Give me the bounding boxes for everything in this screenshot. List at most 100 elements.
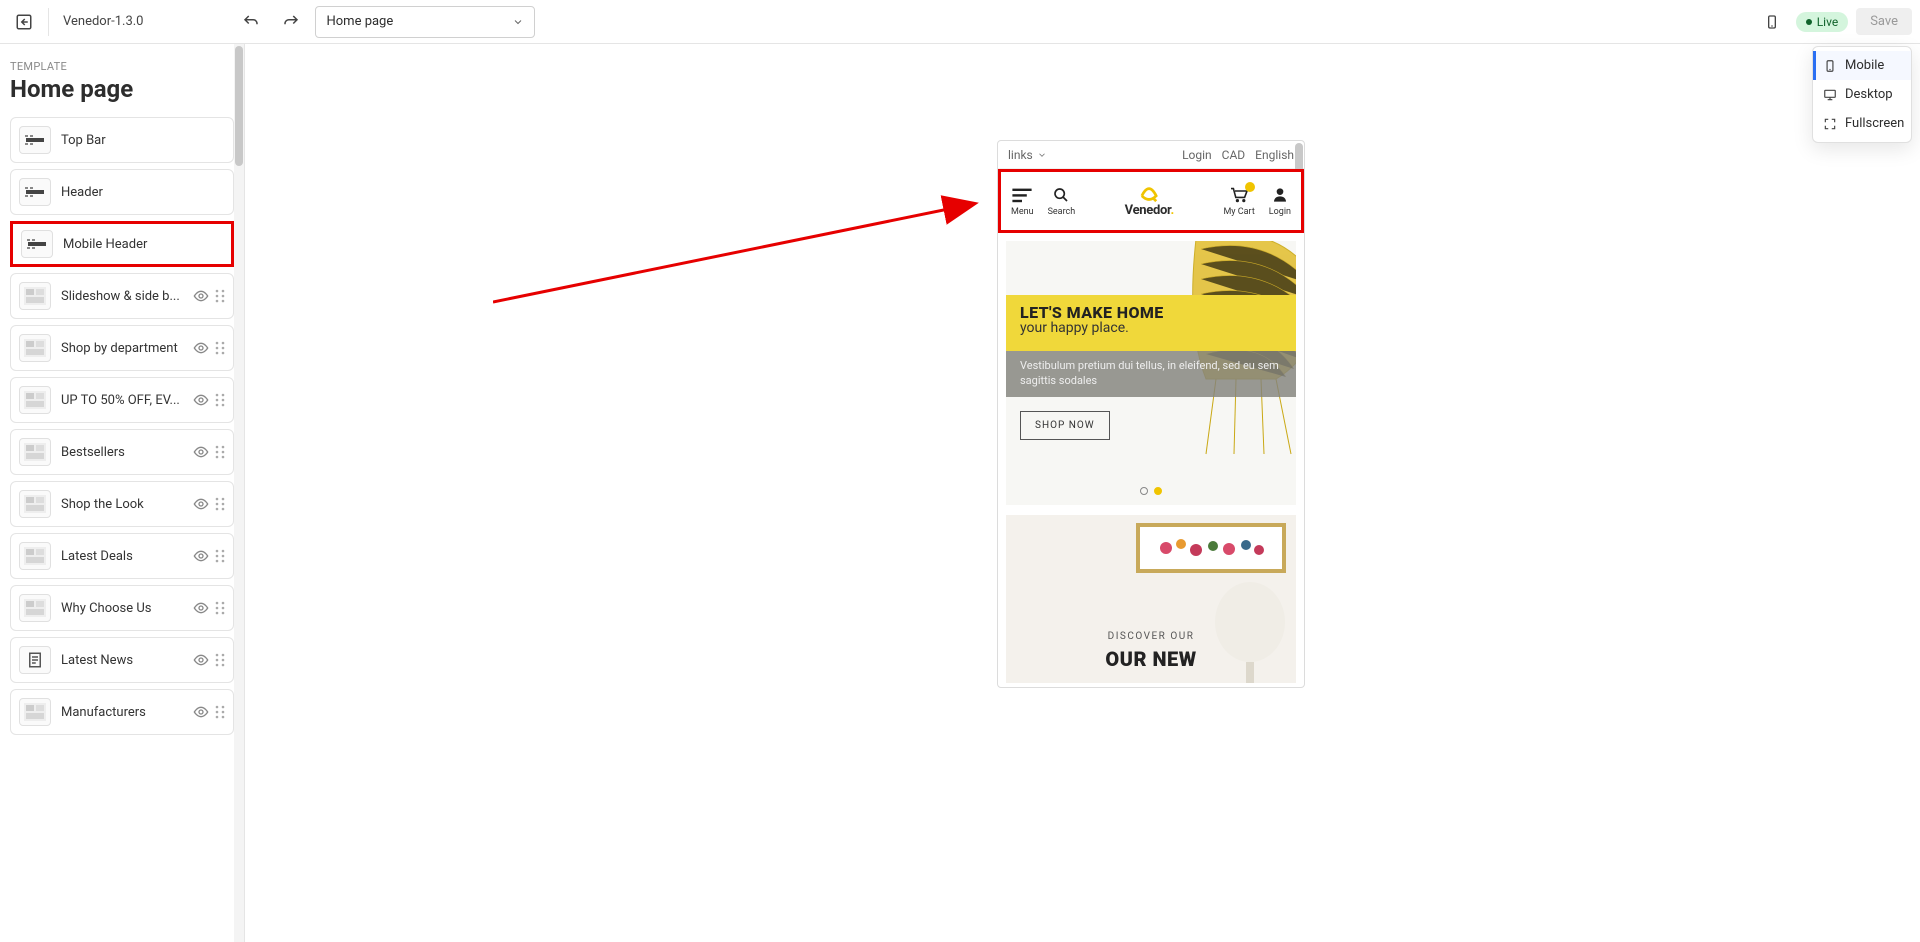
save-button[interactable]: Save [1856, 8, 1912, 35]
drag-handle[interactable] [215, 445, 225, 459]
visibility-toggle[interactable] [193, 704, 209, 720]
login-button[interactable]: Login [1269, 185, 1291, 217]
section-controls [193, 652, 225, 668]
drag-handle[interactable] [215, 393, 225, 407]
top-toolbar: Venedor-1.3.0 Home page Live Save [0, 0, 1920, 44]
drag-handle[interactable] [215, 341, 225, 355]
topbar-links-dropdown[interactable]: links [1008, 148, 1047, 162]
preview-topbar: links Login CAD English [998, 141, 1304, 169]
live-dot-icon [1806, 19, 1812, 25]
section-item[interactable]: Shop by department [10, 325, 234, 371]
section-controls [193, 288, 225, 304]
preview-hero: LET'S MAKE HOME your happy place. Vestib… [1006, 241, 1296, 505]
page-title: Home page [10, 75, 234, 103]
preview-logo[interactable]: Venedor. [1125, 185, 1174, 218]
section-label: UP TO 50% OFF, EV... [61, 393, 183, 408]
section-thumbnail [19, 126, 51, 154]
cart-button[interactable]: My Cart [1223, 185, 1254, 217]
flowers-illustration [1151, 534, 1271, 562]
cart-badge [1245, 182, 1255, 192]
section-thumbnail [19, 178, 51, 206]
visibility-toggle[interactable] [193, 340, 209, 356]
section-label: Top Bar [61, 133, 225, 148]
section-item[interactable]: Latest News [10, 637, 234, 683]
visibility-toggle[interactable] [193, 652, 209, 668]
section-label: Shop by department [61, 341, 183, 356]
section-item[interactable]: Shop the Look [10, 481, 234, 527]
hero-dot-2[interactable] [1154, 487, 1162, 495]
section-thumbnail [19, 490, 51, 518]
search-button[interactable]: Search [1048, 185, 1076, 217]
drag-handle[interactable] [215, 653, 225, 667]
visibility-toggle[interactable] [193, 548, 209, 564]
hero-subtitle: your happy place. [1020, 320, 1282, 336]
discover-subtitle: DISCOVER OUR [1108, 631, 1195, 642]
live-status-pill[interactable]: Live [1796, 12, 1848, 32]
section-item[interactable]: UP TO 50% OFF, EV... [10, 377, 234, 423]
visibility-toggle[interactable] [193, 496, 209, 512]
chevron-down-icon [1037, 150, 1047, 160]
device-option-mobile[interactable]: Mobile [1813, 51, 1911, 80]
device-option-fullscreen[interactable]: Fullscreen [1813, 109, 1911, 138]
mobile-icon [1823, 59, 1837, 73]
section-item[interactable]: Top Bar [10, 117, 234, 163]
desktop-icon [1823, 88, 1837, 102]
section-label: Latest Deals [61, 549, 183, 564]
live-label: Live [1817, 15, 1838, 29]
theme-name: Venedor-1.3.0 [57, 14, 149, 29]
section-item[interactable]: Why Choose Us [10, 585, 234, 631]
drag-handle[interactable] [215, 705, 225, 719]
visibility-toggle[interactable] [193, 600, 209, 616]
menu-icon [1012, 185, 1032, 205]
visibility-toggle[interactable] [193, 288, 209, 304]
section-thumbnail [19, 542, 51, 570]
section-item[interactable]: Mobile Header [10, 221, 234, 267]
undo-button[interactable] [235, 6, 267, 38]
drag-handle[interactable] [215, 601, 225, 615]
topbar-currency[interactable]: CAD [1222, 148, 1246, 162]
page-selector-label: Home page [326, 14, 393, 29]
section-thumbnail [19, 594, 51, 622]
page-selector[interactable]: Home page [315, 6, 535, 38]
hero-description: Vestibulum pretium dui tellus, in eleife… [1006, 351, 1296, 397]
user-icon [1272, 185, 1288, 205]
section-thumbnail [19, 646, 51, 674]
section-item[interactable]: Slideshow & side b... [10, 273, 234, 319]
logo-icon [1138, 185, 1160, 203]
decor-frame [1136, 523, 1286, 573]
section-thumbnail [19, 698, 51, 726]
sections-sidebar: TEMPLATE Home page Top BarHeaderMobile H… [0, 44, 245, 942]
drag-handle[interactable] [215, 549, 225, 563]
visibility-toggle[interactable] [193, 392, 209, 408]
topbar-login-link[interactable]: Login [1182, 148, 1212, 162]
redo-button[interactable] [275, 6, 307, 38]
sidebar-scrollbar-track[interactable] [234, 44, 244, 942]
preview-canvas: links Login CAD English Menu Search [245, 44, 1920, 942]
section-label: Why Choose Us [61, 601, 183, 616]
sidebar-scrollbar-thumb[interactable] [235, 46, 243, 166]
section-item[interactable]: Bestsellers [10, 429, 234, 475]
hero-pagination [1140, 487, 1162, 495]
drag-handle[interactable] [215, 497, 225, 511]
device-toggle-button[interactable] [1756, 6, 1788, 38]
chevron-down-icon [512, 16, 524, 28]
annotation-arrow [493, 194, 993, 324]
hero-dot-1[interactable] [1140, 487, 1148, 495]
topbar-language[interactable]: English [1255, 148, 1294, 162]
preview-mobile-header: Menu Search Venedor. [998, 169, 1304, 233]
section-item[interactable]: Manufacturers [10, 689, 234, 735]
shop-now-button[interactable]: SHOP NOW [1020, 411, 1110, 440]
visibility-toggle[interactable] [193, 444, 209, 460]
section-controls [193, 496, 225, 512]
device-option-desktop[interactable]: Desktop [1813, 80, 1911, 109]
section-item[interactable]: Header [10, 169, 234, 215]
menu-button[interactable]: Menu [1011, 185, 1034, 217]
section-thumbnail [19, 386, 51, 414]
section-item[interactable]: Latest Deals [10, 533, 234, 579]
exit-editor-button[interactable] [8, 6, 40, 38]
section-label: Manufacturers [61, 705, 183, 720]
section-thumbnail [19, 334, 51, 362]
cart-icon [1229, 185, 1249, 205]
section-controls [193, 600, 225, 616]
drag-handle[interactable] [215, 289, 225, 303]
